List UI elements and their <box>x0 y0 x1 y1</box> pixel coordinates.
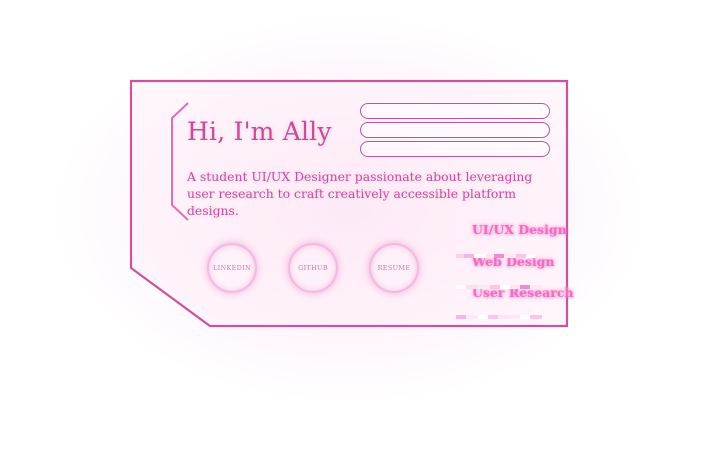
linkedin-button[interactable]: LINKEDIN <box>207 243 257 293</box>
left-bracket-decoration <box>171 102 189 221</box>
github-button[interactable]: GITHUB <box>288 243 338 293</box>
decorative-bar-3 <box>360 141 550 157</box>
page-title: Hi, I'm Ally <box>187 117 332 146</box>
skill-ui-ux-design: UI/UX Design <box>472 222 567 237</box>
decorative-bar-1 <box>360 103 550 119</box>
glitch-pixels-3 <box>456 304 542 323</box>
bio-text: A student UI/UX Designer passionate abou… <box>187 169 533 218</box>
glitch-pixels-1 <box>456 243 536 262</box>
resume-button[interactable]: RESUME <box>369 243 419 293</box>
decorative-bar-2 <box>360 122 550 138</box>
glitch-pixels-2 <box>456 274 542 293</box>
